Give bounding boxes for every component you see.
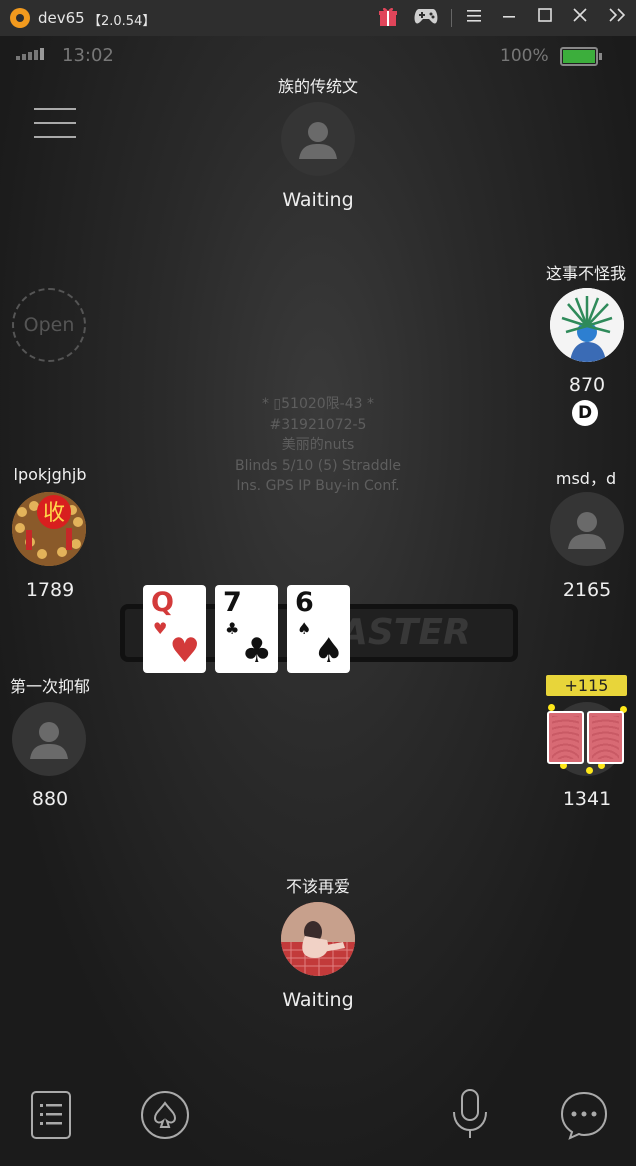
hand-history-button[interactable] bbox=[30, 1090, 72, 1140]
win-spark bbox=[548, 704, 555, 711]
table-info: * ▯51020限-43 * #31921072-5 美丽的nuts Blind… bbox=[218, 394, 418, 497]
board-card-3-suit-big: ♠ bbox=[313, 631, 344, 671]
table-info-line5: Ins. GPS IP Buy-in Conf. bbox=[236, 478, 400, 494]
seat-left-low-chips: 880 bbox=[31, 788, 69, 810]
table-info-line1: * ▯51020限-43 * bbox=[261, 396, 374, 412]
person-icon bbox=[568, 512, 606, 549]
seat-top-avatar[interactable] bbox=[281, 102, 355, 176]
minimize-icon[interactable] bbox=[497, 6, 521, 30]
seat-right-low-chips: 1341 bbox=[562, 788, 612, 810]
board-card-3-rank: 6 bbox=[295, 587, 314, 618]
seat-left-low-name: 第一次抑郁 bbox=[9, 677, 90, 696]
seat-right-top-chips: 870 bbox=[568, 374, 606, 396]
dealer-button: D bbox=[572, 400, 598, 426]
board-card-3: 6 ♠ ♠ bbox=[287, 585, 350, 673]
menu-lines-icon[interactable] bbox=[462, 6, 486, 30]
seat-top-name: 族的传统文 bbox=[277, 77, 358, 96]
battery-percent: 100% bbox=[500, 46, 549, 66]
seat-bottom-status: Waiting bbox=[282, 989, 354, 1011]
person-icon bbox=[299, 122, 337, 159]
hamburger-menu-icon[interactable] bbox=[34, 108, 76, 138]
seat-right-top-name: 这事不怪我 bbox=[545, 264, 626, 283]
board-card-2-suit-small: ♣ bbox=[225, 619, 240, 638]
hole-card-back-2 bbox=[587, 711, 624, 764]
table-info-line2: #31921072-5 bbox=[269, 416, 367, 433]
titlebar-divider bbox=[451, 9, 452, 27]
chat-button[interactable] bbox=[559, 1090, 609, 1140]
hole-card-back-1 bbox=[547, 711, 584, 764]
board-card-1-suit-small: ♥ bbox=[153, 619, 168, 638]
status-time: 13:02 bbox=[62, 45, 114, 66]
status-bar: 13:02 100% bbox=[0, 36, 636, 76]
close-icon[interactable] bbox=[568, 6, 592, 30]
board-card-2-suit-big: ♣ bbox=[241, 631, 272, 671]
collapse-sidebar-icon[interactable] bbox=[606, 6, 630, 30]
seat-left-mid-avatar-text: 收 bbox=[42, 501, 65, 526]
hand-history-icon bbox=[31, 1091, 71, 1139]
plant-head-avatar bbox=[550, 288, 624, 362]
seat-bottom-avatar[interactable] bbox=[281, 902, 355, 976]
table-info-line4: Blinds 5/10 (5) Straddle bbox=[234, 457, 402, 474]
photo-avatar bbox=[281, 902, 355, 976]
window-version: 【2.0.54】 bbox=[88, 14, 156, 29]
open-seat-button[interactable]: Open bbox=[12, 288, 86, 362]
board-card-1-rank: Q bbox=[151, 587, 174, 618]
person-icon bbox=[30, 722, 68, 759]
app-logo-icon bbox=[10, 8, 30, 28]
win-spark bbox=[586, 767, 593, 774]
board-card-2-rank: 7 bbox=[223, 587, 242, 618]
seat-bottom-name: 不该再爱 bbox=[285, 877, 350, 896]
seat-left-low-avatar[interactable] bbox=[12, 702, 86, 776]
seat-right-mid-avatar[interactable] bbox=[550, 492, 624, 566]
spade-icon bbox=[141, 1091, 189, 1139]
microphone-icon bbox=[453, 1089, 487, 1138]
battery-icon bbox=[560, 47, 602, 66]
signal-icon bbox=[16, 48, 44, 60]
gamepad-icon[interactable] bbox=[412, 6, 440, 30]
table-logo-text: ASTER bbox=[340, 612, 471, 653]
seat-left-mid-name: lpokjghjb bbox=[13, 465, 87, 484]
seat-top-status: Waiting bbox=[282, 189, 354, 211]
seat-right-top-avatar[interactable] bbox=[550, 288, 624, 362]
board-card-3-suit-small: ♠ bbox=[297, 619, 312, 638]
board-card-1: Q ♥ ♥ bbox=[143, 585, 206, 673]
table-info-line3: 美丽的nuts bbox=[281, 437, 355, 453]
window-title: dev65 bbox=[38, 9, 85, 27]
board-card-1-suit-big: ♥ bbox=[169, 631, 200, 671]
maximize-icon[interactable] bbox=[533, 6, 557, 30]
seat-left-mid-chips: 1789 bbox=[25, 579, 75, 601]
spade-button[interactable] bbox=[140, 1090, 190, 1140]
microphone-button[interactable] bbox=[450, 1088, 490, 1140]
seat-right-mid-name: msd，d bbox=[555, 469, 617, 488]
gift-icon[interactable] bbox=[376, 6, 400, 30]
window-titlebar: dev65 【2.0.54】 bbox=[0, 0, 636, 36]
chat-bubble-icon bbox=[560, 1091, 608, 1140]
win-amount-badge: +115 bbox=[546, 675, 627, 696]
board-card-2: 7 ♣ ♣ bbox=[215, 585, 278, 673]
seat-right-mid-chips: 2165 bbox=[562, 579, 612, 601]
